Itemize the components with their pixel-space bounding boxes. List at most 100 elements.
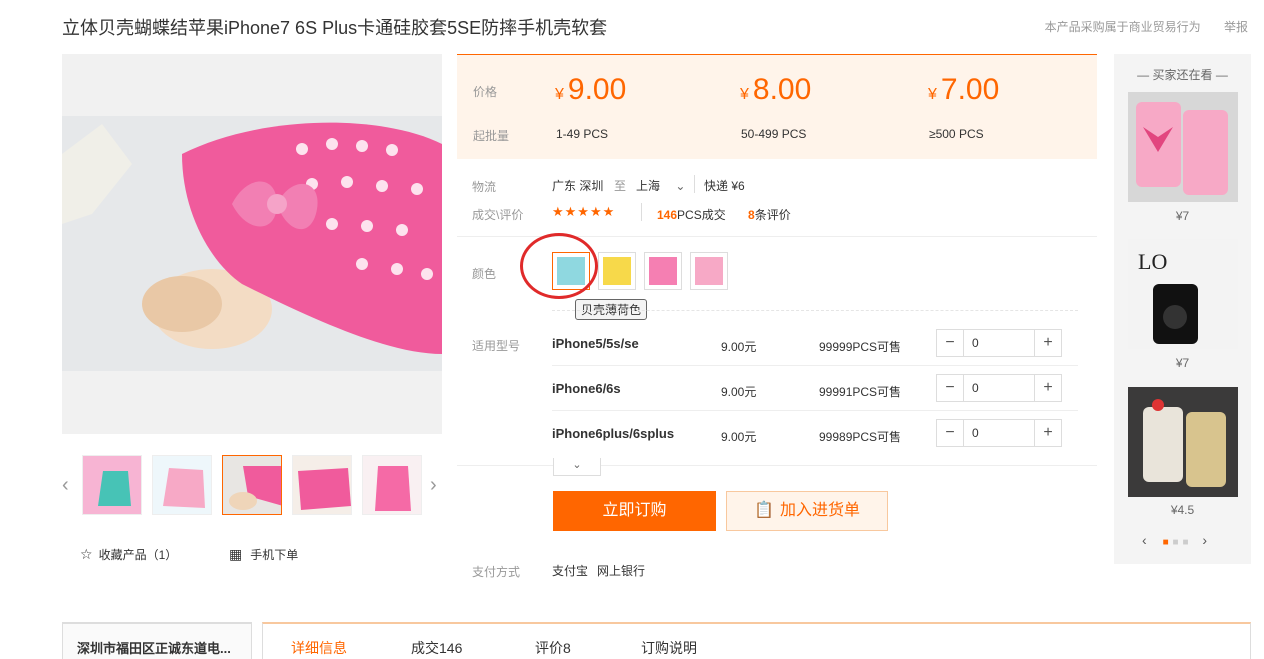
shipping-fee: 快递 ¥6 xyxy=(704,179,745,193)
company-name[interactable]: 深圳市福田区正诚东道电... xyxy=(62,622,252,659)
thumbnail[interactable] xyxy=(292,455,352,515)
ship-to-select[interactable]: 上海 ⌄ xyxy=(636,177,685,194)
product-title: 立体贝壳蝴蝶结苹果iPhone7 6S Plus卡通硅胶套5SE防摔手机壳软套 xyxy=(62,18,608,38)
rating-stars: ★★★★★ xyxy=(552,204,616,219)
payment-method: 网上银行 xyxy=(597,564,646,578)
expand-models-button[interactable]: ⌄ xyxy=(553,458,601,476)
trade-note: 本产品采购属于商业贸易行为 xyxy=(1044,20,1201,34)
chevron-down-icon: ⌄ xyxy=(572,459,582,471)
recommended-price: ¥7 xyxy=(1175,356,1190,370)
model-stock: 99991PCS可售 xyxy=(819,385,902,399)
sidebar-pager: ‹ ■ ■ ■ › xyxy=(1142,532,1226,548)
minus-button[interactable]: − xyxy=(937,375,963,401)
collect-label: 收藏产品（1） xyxy=(98,548,178,562)
recommended-item[interactable] xyxy=(1128,92,1238,202)
thumbnail[interactable] xyxy=(362,455,422,515)
tier-range: ≥500 PCS xyxy=(929,127,984,141)
recommended-item[interactable]: LO xyxy=(1128,239,1238,349)
model-stock: 99999PCS可售 xyxy=(819,340,902,354)
main-product-image[interactable] xyxy=(62,54,442,434)
recommended-item[interactable] xyxy=(1128,387,1238,497)
recommended-price: ¥7 xyxy=(1175,209,1190,223)
model-stock: 99989PCS可售 xyxy=(819,430,902,444)
svg-text:LO: LO xyxy=(1138,249,1167,274)
pager-dot[interactable]: ■ xyxy=(1173,537,1179,548)
divider xyxy=(694,175,695,193)
payment-label: 支付方式 xyxy=(472,565,521,579)
tab-reviews[interactable]: 评价8 xyxy=(535,638,571,658)
tier-range: 1-49 PCS xyxy=(556,127,609,141)
color-swatch-pink[interactable] xyxy=(644,252,682,290)
tab-details[interactable]: 详细信息 xyxy=(291,638,347,658)
plus-button[interactable]: + xyxy=(1035,330,1061,356)
quantity-input[interactable]: 0 xyxy=(963,330,1035,356)
deal-volume[interactable]: 146PCS成交 xyxy=(657,206,726,223)
color-swatch-light-pink[interactable] xyxy=(690,252,728,290)
detail-tabs: 详细信息 成交146 评价8 订购说明 xyxy=(262,622,1251,659)
payment-method: 支付宝 xyxy=(552,564,589,578)
moq-label: 起批量 xyxy=(473,129,510,143)
chevron-down-icon: ⌄ xyxy=(675,179,686,193)
tier-range: 50-499 PCS xyxy=(741,127,807,141)
divider xyxy=(552,310,1078,311)
mobile-order-label: 手机下单 xyxy=(250,548,299,562)
highlight-circle xyxy=(520,233,598,299)
model-price: 9.00元 xyxy=(721,340,757,354)
pager-dot-active[interactable]: ■ xyxy=(1163,537,1169,548)
model-name: iPhone5/5s/se xyxy=(552,336,639,351)
qr-code-icon: ▦ xyxy=(229,546,243,562)
review-count[interactable]: 8条评价 xyxy=(748,206,791,223)
model-name: iPhone6plus/6splus xyxy=(552,426,675,441)
tab-deals[interactable]: 成交146 xyxy=(411,638,462,658)
minus-button[interactable]: − xyxy=(937,420,963,446)
tier-price: ¥9.00 xyxy=(555,73,627,106)
quantity-input[interactable]: 0 xyxy=(963,420,1035,446)
ship-to: 上海 xyxy=(636,179,661,193)
chevron-left-icon[interactable]: ‹ xyxy=(62,474,69,497)
ship-to-word: 至 xyxy=(614,179,627,193)
minus-button[interactable]: − xyxy=(937,330,963,356)
plus-button[interactable]: + xyxy=(1035,375,1061,401)
deals-label: 成交\评价 xyxy=(472,208,524,222)
report-link[interactable]: 举报 xyxy=(1224,20,1248,34)
logistics-label: 物流 xyxy=(472,180,497,194)
tier-price: ¥8.00 xyxy=(740,73,812,106)
plus-button[interactable]: + xyxy=(1035,420,1061,446)
divider xyxy=(552,410,1078,411)
color-label: 颜色 xyxy=(472,267,497,281)
chevron-right-icon[interactable]: › xyxy=(1202,532,1207,548)
collect-button[interactable]: ☆ 收藏产品（1） xyxy=(80,546,177,563)
quantity-stepper: − 0 + xyxy=(936,374,1062,402)
quantity-stepper: − 0 + xyxy=(936,329,1062,357)
thumbnail[interactable] xyxy=(222,455,282,515)
add-to-cart-label: 加入进货单 xyxy=(779,502,860,519)
tab-order-info[interactable]: 订购说明 xyxy=(641,638,697,658)
buy-now-button[interactable]: 立即订购 xyxy=(553,491,716,531)
mobile-order-button[interactable]: ▦ 手机下单 xyxy=(229,546,298,563)
also-viewed-sidebar: — 买家还在看 — ¥7 LO ¥7 ¥4.5 ‹ ■ ■ ■ › xyxy=(1114,54,1251,564)
color-swatch-yellow[interactable] xyxy=(598,252,636,290)
clipboard-icon: 📋 xyxy=(754,502,774,519)
recommended-price: ¥4.5 xyxy=(1170,503,1195,517)
sidebar-title: — 买家还在看 — xyxy=(1137,68,1228,82)
add-to-cart-button[interactable]: 📋 加入进货单 xyxy=(726,491,888,531)
chevron-right-icon[interactable]: › xyxy=(430,474,437,497)
price-label: 价格 xyxy=(473,85,498,99)
models-label: 适用型号 xyxy=(472,339,521,353)
model-price: 9.00元 xyxy=(721,430,757,444)
divider xyxy=(641,203,642,221)
star-outline-icon: ☆ xyxy=(80,546,93,562)
quantity-input[interactable]: 0 xyxy=(963,375,1035,401)
thumbnail-strip: ‹ › xyxy=(62,452,442,518)
thumbnail[interactable] xyxy=(82,455,142,515)
quantity-stepper: − 0 + xyxy=(936,419,1062,447)
tier-price: ¥7.00 xyxy=(928,73,1000,106)
thumbnail[interactable] xyxy=(152,455,212,515)
divider xyxy=(552,365,1078,366)
model-price: 9.00元 xyxy=(721,385,757,399)
model-name: iPhone6/6s xyxy=(552,381,621,396)
chevron-left-icon[interactable]: ‹ xyxy=(1142,532,1147,548)
pager-dot[interactable]: ■ xyxy=(1182,537,1188,548)
top-links: 本产品采购属于商业贸易行为 举报 xyxy=(1025,18,1248,35)
price-box: 价格 起批量 ¥9.00 1-49 PCS ¥8.00 50-499 PCS ¥… xyxy=(457,54,1097,159)
